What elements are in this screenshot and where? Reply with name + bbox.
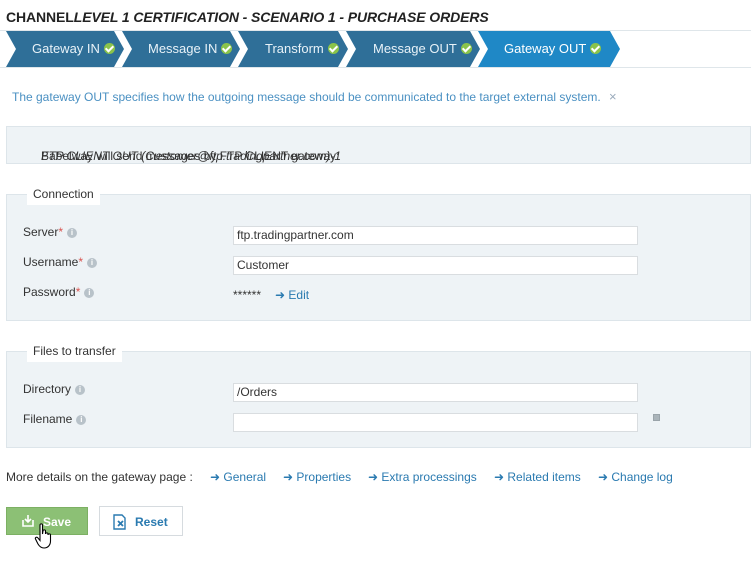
page-title: CHANNELLEVEL 1 CERTIFICATION - SCENARIO … [6, 9, 489, 25]
directory-input[interactable]: /Orders [233, 383, 638, 402]
link-related-items[interactable]: ➜ Related items [494, 470, 581, 484]
check-icon [221, 43, 233, 54]
username-label: Username* i [23, 255, 98, 269]
more-details-label: More details on the gateway page : [6, 470, 193, 484]
info-icon[interactable]: i [84, 288, 95, 298]
info-message: The gateway OUT specifies how the outgoi… [12, 90, 601, 104]
connection-legend: Connection [27, 183, 100, 205]
check-icon [460, 43, 472, 54]
filename-input[interactable] [233, 413, 638, 432]
check-icon [590, 43, 602, 54]
info-icon[interactable]: i [67, 228, 78, 238]
step-gateway-out[interactable]: Gateway OUT [478, 31, 622, 67]
link-extra-processings[interactable]: ➜ Extra processings [368, 470, 477, 484]
server-label: Server* i [23, 225, 78, 239]
check-icon [327, 43, 339, 54]
password-value: ****** [233, 288, 262, 302]
step-message-out[interactable]: Message OUT [346, 31, 480, 67]
link-change-log[interactable]: ➜ Change log [598, 470, 673, 484]
username-input[interactable]: Customer [233, 256, 638, 275]
edit-password-link[interactable]: ➜ Edit [275, 288, 309, 302]
info-icon[interactable]: i [75, 385, 86, 395]
files-legend: Files to transfer [27, 340, 122, 362]
connection-panel: Connection Server* i ftp.tradingpartner.c… [6, 183, 751, 321]
info-icon[interactable]: i [76, 415, 87, 425]
filename-label: Filename i [23, 412, 87, 426]
gateway-summary: Babelway will send messages by FTP CLIEN… [6, 126, 751, 164]
filename-options-button[interactable] [653, 414, 660, 421]
info-icon[interactable]: i [87, 258, 98, 268]
link-general[interactable]: ➜ General [210, 470, 266, 484]
check-icon [103, 43, 115, 54]
server-input[interactable]: ftp.tradingpartner.com [233, 226, 638, 245]
directory-label: Directory i [23, 382, 86, 396]
step-gateway-in[interactable]: Gateway IN [6, 31, 124, 67]
link-properties[interactable]: ➜ Properties [283, 470, 351, 484]
close-icon[interactable]: × [609, 89, 617, 104]
save-icon [22, 515, 34, 527]
step-transform[interactable]: Transform [238, 31, 348, 67]
reset-icon [113, 514, 126, 530]
files-panel: Files to transfer Directory i /Orders Fil… [6, 340, 751, 448]
password-label: Password* i [23, 285, 95, 299]
reset-button[interactable]: Reset [99, 506, 183, 536]
gateway-name: FTP CLIENT OUT (Customer@ftp.tradingpart… [41, 149, 342, 163]
wizard-steps: Gateway IN Message IN Transform Message … [0, 30, 751, 68]
hand-cursor-icon [34, 523, 52, 549]
step-message-in[interactable]: Message IN [122, 31, 240, 67]
